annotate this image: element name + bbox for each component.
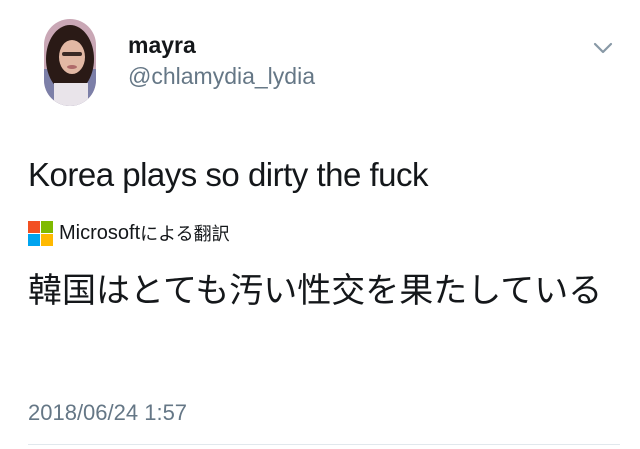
avatar[interactable] bbox=[44, 19, 96, 106]
avatar-image bbox=[44, 19, 96, 106]
user-handle[interactable]: @chlamydia_lydia bbox=[128, 63, 315, 90]
tweet-timestamp: 2018/06/24 1:57 bbox=[28, 400, 188, 425]
tweet-text: Korea plays so dirty the fuck bbox=[28, 156, 429, 193]
translated-text: 韓国はとても汚い性交を果たしている bbox=[28, 271, 603, 311]
translation-suffix: による翻訳 bbox=[140, 224, 230, 244]
translation-provider: Microsoft bbox=[59, 221, 141, 244]
chevron-down-icon[interactable] bbox=[592, 40, 614, 56]
microsoft-logo-icon bbox=[28, 220, 53, 246]
divider bbox=[28, 444, 620, 445]
display-name[interactable]: mayra bbox=[128, 32, 196, 59]
translation-attribution[interactable]: Microsoft による翻訳 bbox=[28, 220, 230, 246]
